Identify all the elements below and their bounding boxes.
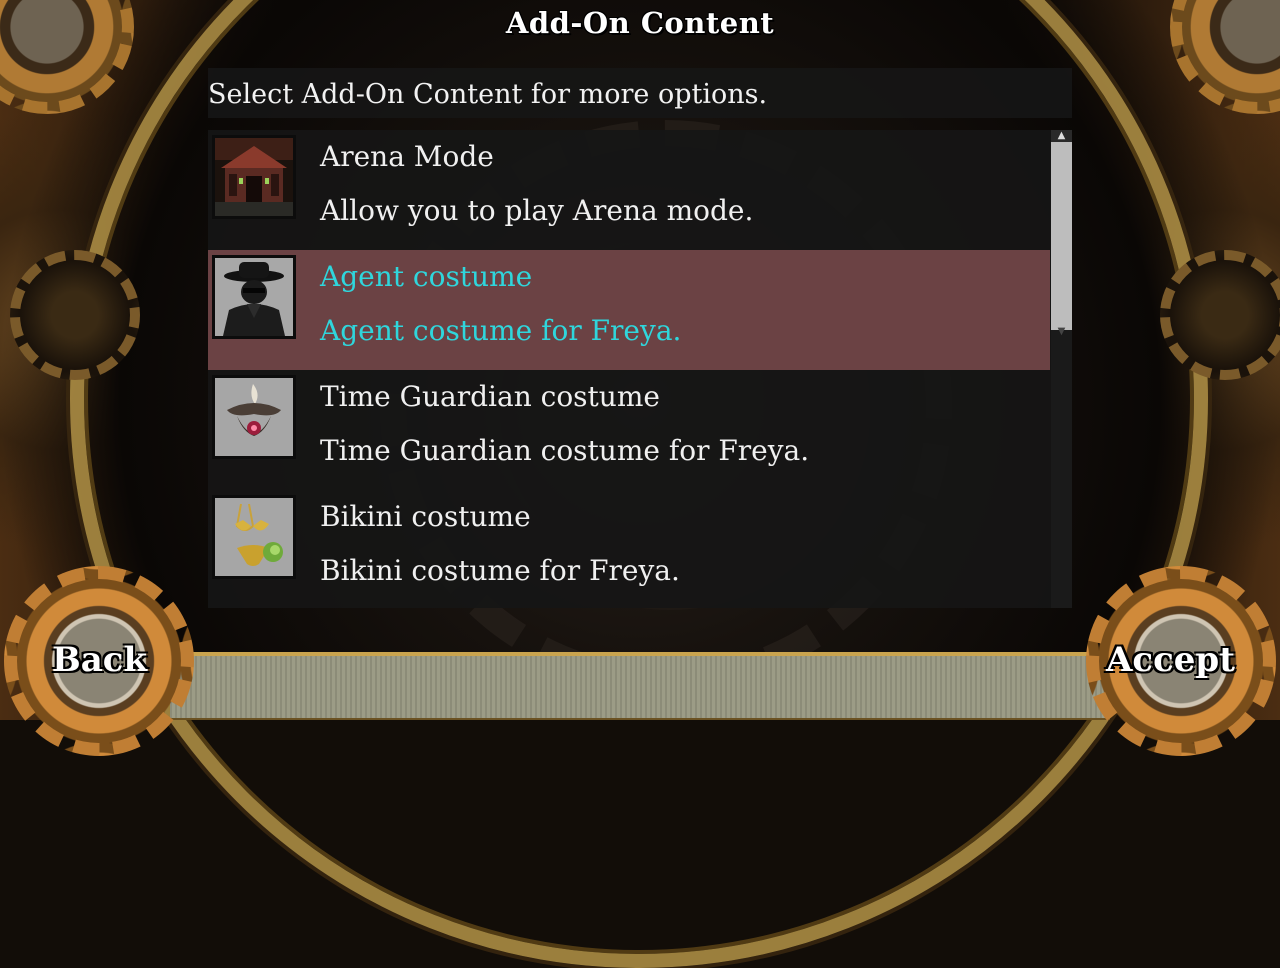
bikini-icon: [212, 495, 296, 579]
back-button[interactable]: Back: [52, 640, 147, 680]
bottom-bar: [170, 652, 1110, 720]
item-title: Arena Mode: [320, 140, 494, 173]
item-description: Agent costume for Freya.: [320, 314, 682, 347]
accept-button[interactable]: Accept: [1106, 640, 1235, 680]
item-description: Allow you to play Arena mode.: [320, 194, 754, 227]
page-title: Add-On Content: [505, 6, 775, 40]
list-item-agent-costume[interactable]: Agent costume Agent costume for Freya.: [208, 250, 1050, 370]
scroll-up-arrow-icon[interactable]: ▲: [1051, 130, 1072, 142]
list-item-time-guardian-costume[interactable]: Time Guardian costume Time Guardian cost…: [208, 370, 1050, 490]
instruction-text: Select Add-On Content for more options.: [208, 79, 768, 110]
item-title: Agent costume: [320, 260, 533, 293]
right-side-gear-icon: [1160, 250, 1280, 380]
arena-temple-icon: [212, 135, 296, 219]
scrollbar-thumb[interactable]: [1051, 142, 1072, 330]
item-title: Bikini costume: [320, 500, 531, 533]
scroll-down-arrow-icon[interactable]: ▼: [1051, 326, 1072, 338]
instruction-bar: Select Add-On Content for more options.: [208, 68, 1072, 118]
item-title: Time Guardian costume: [320, 380, 660, 413]
time-guardian-helmet-icon: [212, 375, 296, 459]
left-side-gear-icon: [10, 250, 140, 380]
addon-list: Arena Mode Allow you to play Arena mode.…: [208, 130, 1072, 608]
list-item-arena-mode[interactable]: Arena Mode Allow you to play Arena mode.: [208, 130, 1050, 250]
item-description: Bikini costume for Freya.: [320, 554, 680, 587]
list-item-bikini-costume[interactable]: Bikini costume Bikini costume for Freya.: [208, 490, 1050, 608]
item-description: Time Guardian costume for Freya.: [320, 434, 810, 467]
agent-hat-icon: [212, 255, 296, 339]
